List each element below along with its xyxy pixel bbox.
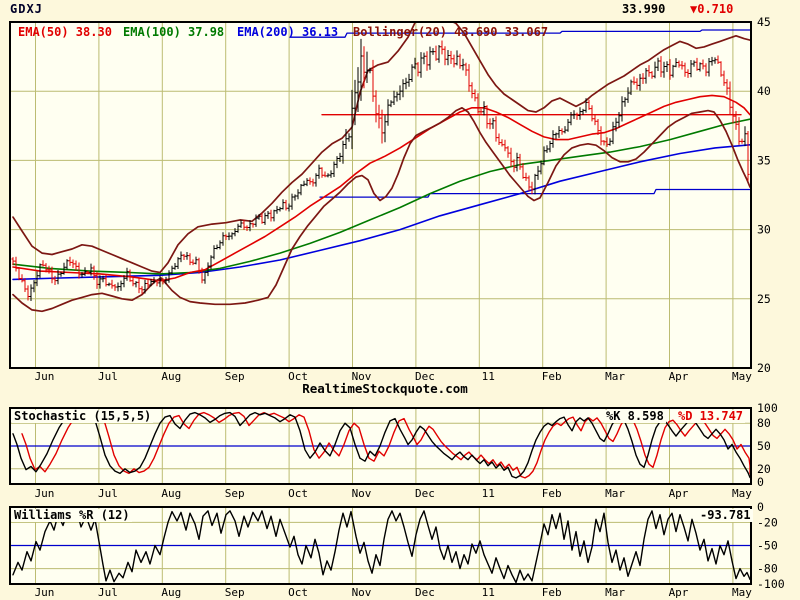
x-tick-label: 11 bbox=[482, 487, 495, 500]
x-tick-label: Feb bbox=[542, 586, 562, 599]
x-tick-label: Feb bbox=[542, 370, 562, 383]
main-price-chart: JunJulAugSepOctNovDec11FebMarAprMay bbox=[10, 18, 752, 383]
y-tick-label: 45 bbox=[757, 15, 771, 29]
x-tick-label: Mar bbox=[605, 370, 625, 383]
x-tick-label: Aug bbox=[161, 586, 181, 599]
legend-ema100: EMA(100) 37.98 bbox=[123, 26, 224, 39]
y-tick-label: 100 bbox=[757, 401, 778, 415]
y-tick-label: 20 bbox=[757, 361, 771, 375]
x-tick-label: Jul bbox=[98, 487, 118, 500]
price-change-badge: ▼0.710 bbox=[690, 3, 733, 16]
y-tick-label: 50 bbox=[757, 439, 771, 453]
x-tick-label: May bbox=[732, 370, 752, 383]
y-tick-label: 20 bbox=[757, 462, 771, 476]
x-tick-label: Apr bbox=[669, 487, 689, 500]
y-tick-label: 0 bbox=[757, 500, 764, 514]
y-tick-label: -50 bbox=[757, 539, 778, 553]
legend-ema50: EMA(50) 38.30 bbox=[18, 26, 112, 39]
y-tick-label: -100 bbox=[757, 577, 785, 591]
y-tick-label: 40 bbox=[757, 84, 771, 98]
last-price: 33.990 bbox=[622, 3, 665, 16]
legend-bollinger: Bollinger(20) 43.690 33.067 bbox=[353, 26, 548, 39]
x-tick-label: Oct bbox=[288, 586, 308, 599]
y-tick-label: -20 bbox=[757, 515, 778, 529]
x-tick-label: Mar bbox=[605, 487, 625, 500]
x-tick-label: Sep bbox=[225, 586, 245, 599]
x-tick-label: Nov bbox=[352, 487, 372, 500]
x-tick-label: Jul bbox=[98, 370, 118, 383]
x-tick-label: 11 bbox=[482, 586, 495, 599]
x-tick-label: Dec bbox=[415, 586, 435, 599]
x-tick-label: Nov bbox=[352, 586, 372, 599]
x-tick-label: Sep bbox=[225, 370, 245, 383]
x-tick-label: Aug bbox=[161, 487, 181, 500]
x-tick-label: Jun bbox=[35, 487, 55, 500]
x-tick-label: Apr bbox=[669, 370, 689, 383]
stock-quote-chart-page: Jun Jul Aug Sep Oct Nov Dec 11 Feb Mar Apr May 20 25 3… bbox=[0, 0, 800, 600]
stochastic-panel-title: Stochastic (15,5,5) bbox=[12, 410, 153, 423]
y-tick-label: -80 bbox=[757, 562, 778, 576]
y-tick-label: 35 bbox=[757, 153, 771, 167]
y-tick-label: 80 bbox=[757, 416, 771, 430]
x-tick-label: Sep bbox=[225, 487, 245, 500]
y-tick-label: 30 bbox=[757, 223, 771, 237]
watermark-site-name: RealtimeStockquote.com bbox=[255, 382, 515, 395]
x-tick-label: Jun bbox=[35, 586, 55, 599]
x-tick-label: May bbox=[732, 487, 752, 500]
x-tick-label: Oct bbox=[288, 487, 308, 500]
y-tick-label: 0 bbox=[757, 475, 764, 489]
legend-ema200: EMA(200) 36.13 bbox=[237, 26, 338, 39]
symbol-title: GDXJ bbox=[10, 3, 43, 16]
williams-panel-title: Williams %R (12) bbox=[12, 509, 132, 522]
x-tick-label: May bbox=[732, 586, 752, 599]
x-tick-label: Dec bbox=[415, 487, 435, 500]
x-tick-label: Feb bbox=[542, 487, 562, 500]
x-tick-label: Apr bbox=[669, 586, 689, 599]
x-tick-label: Aug bbox=[161, 370, 181, 383]
y-tick-label: 25 bbox=[757, 292, 771, 306]
stochastic-d-value: %D 13.747 bbox=[676, 410, 745, 423]
x-tick-label: Jun bbox=[35, 370, 55, 383]
x-tick-label: Mar bbox=[605, 586, 625, 599]
stochastic-k-value: %K 8.598 bbox=[604, 410, 666, 423]
williams-value: -93.781 bbox=[698, 509, 753, 522]
x-tick-label: Jul bbox=[98, 586, 118, 599]
